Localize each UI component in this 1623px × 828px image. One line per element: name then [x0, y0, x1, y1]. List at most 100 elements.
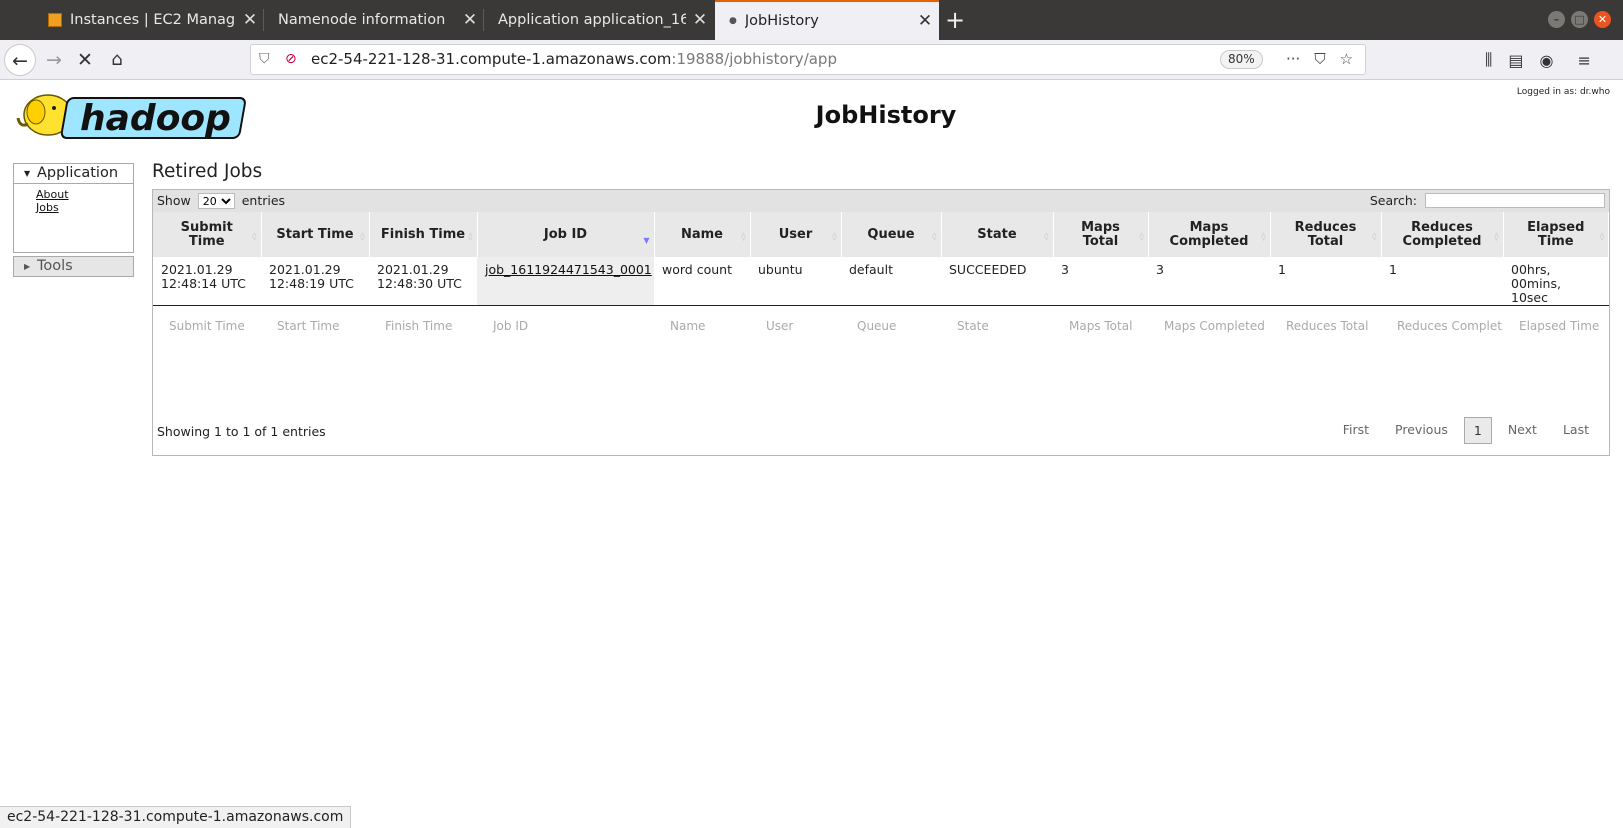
page-size-select[interactable]: 20 — [197, 193, 235, 209]
minimize-icon[interactable]: – — [1548, 11, 1565, 28]
window-controls: – □ ✕ — [1548, 11, 1611, 28]
sidebar-link-about[interactable]: About — [36, 188, 133, 201]
sort-desc-icon: ▼ — [643, 236, 650, 245]
cell-queue: default — [841, 257, 941, 306]
column-header-elapsed-time[interactable]: Elapsed Time ◊ — [1503, 212, 1609, 257]
page-actions-icon[interactable]: ··· — [1286, 45, 1300, 74]
header-label: Reduces Total — [1294, 219, 1357, 249]
table-footer: Showing 1 to 1 of 1 entries First Previo… — [153, 415, 1609, 455]
header-label: User — [778, 226, 813, 242]
page-content: hadoop JobHistory Logged in as: dr.who ▼… — [0, 81, 1623, 828]
cell-elapsed-time: 00hrs, 00mins, 10sec — [1503, 257, 1609, 306]
loading-dot-icon: ● — [729, 16, 737, 26]
browser-nav-bar: ← → ✕ ⌂ ⛉ ⊘ ec2-54-221-128-31.compute-1.… — [0, 40, 1623, 80]
account-icon[interactable]: ◉ — [1540, 51, 1554, 70]
pager-last[interactable]: Last — [1553, 417, 1599, 444]
search-input[interactable] — [1425, 193, 1605, 208]
url-text[interactable]: ec2-54-221-128-31.compute-1.amazonaws.co… — [311, 45, 837, 74]
filter-job-id[interactable]: Job ID — [477, 306, 654, 346]
sidebar: ▼ Application About Jobs ▶ Tools — [13, 163, 134, 277]
column-header-maps-total[interactable]: Maps Total ◊ — [1053, 212, 1149, 257]
jobs-table-container: Show 20 entries Search: Submit Time ◊ Sta… — [152, 189, 1610, 456]
filter-user[interactable]: User — [750, 306, 841, 346]
column-header-maps-completed[interactable]: Maps Completed ◊ — [1148, 212, 1271, 257]
cell-submit-time: 2021.01.29 12:48:14 UTC — [153, 257, 261, 306]
entries-info: Showing 1 to 1 of 1 entries — [157, 424, 326, 439]
accordion-application[interactable]: ▼ Application — [13, 163, 134, 184]
home-icon[interactable]: ⌂ — [101, 44, 133, 76]
filter-submit-time[interactable]: Submit Time — [153, 306, 261, 346]
section-title: Retired Jobs — [152, 161, 263, 182]
column-header-start-time[interactable]: Start Time ◊ — [261, 212, 370, 257]
tab-ec2-instances[interactable]: Instances | EC2 Managem ✕ — [34, 0, 264, 40]
pager-first[interactable]: First — [1333, 417, 1379, 444]
filter-state[interactable]: State — [941, 306, 1053, 346]
maximize-icon[interactable]: □ — [1571, 11, 1588, 28]
close-icon[interactable]: ✕ — [911, 11, 939, 31]
pager-next[interactable]: Next — [1498, 417, 1547, 444]
cell-start-time: 2021.01.29 12:48:19 UTC — [261, 257, 369, 306]
filter-reduces-completed[interactable]: Reduces Complet — [1381, 306, 1503, 346]
filter-name[interactable]: Name — [654, 306, 750, 346]
tab-label: JobHistory — [744, 13, 819, 29]
close-icon[interactable]: ✕ — [456, 10, 484, 30]
entries-label: entries — [241, 193, 286, 208]
status-bar-url: ec2-54-221-128-31.compute-1.amazonaws.co… — [0, 806, 352, 828]
new-tab-button[interactable]: + — [945, 6, 965, 34]
back-arrow-icon[interactable]: ← — [4, 44, 36, 76]
job-id-link[interactable]: job_1611924471543_0001 — [485, 262, 652, 277]
column-header-job-id[interactable]: Job ID ▼ — [477, 212, 655, 257]
shield-icon[interactable]: ⛉ — [259, 45, 270, 74]
sort-icon: ◊ — [1261, 232, 1266, 241]
column-header-state[interactable]: State ◊ — [941, 212, 1054, 257]
library-icon[interactable]: ⫼ — [1485, 50, 1492, 70]
column-header-finish-time[interactable]: Finish Time ◊ — [369, 212, 478, 257]
table-controls: Show 20 entries Search: — [153, 190, 1609, 212]
column-header-submit-time[interactable]: Submit Time ◊ — [153, 212, 262, 257]
filter-start-time[interactable]: Start Time — [261, 306, 369, 346]
filter-elapsed-time[interactable]: Elapsed Time — [1503, 306, 1609, 346]
show-label: Show — [157, 193, 191, 208]
header-label: Reduces Completed — [1402, 219, 1482, 249]
column-header-reduces-total[interactable]: Reduces Total ◊ — [1270, 212, 1382, 257]
column-header-reduces-completed[interactable]: Reduces Completed ◊ — [1381, 212, 1504, 257]
filter-reduces-total[interactable]: Reduces Total — [1270, 306, 1381, 346]
zoom-level-badge[interactable]: 80% — [1220, 50, 1263, 69]
forward-arrow-icon[interactable]: → — [38, 44, 70, 76]
pager-current-page[interactable]: 1 — [1463, 417, 1492, 444]
filter-finish-time[interactable]: Finish Time — [369, 306, 477, 346]
cell-reduces-completed: 1 — [1381, 257, 1503, 306]
sort-icon: ◊ — [932, 232, 937, 241]
column-filter-row: Submit Time Start Time Finish Time Job I… — [153, 306, 1609, 346]
sort-icon: ◊ — [1494, 232, 1499, 241]
address-bar[interactable]: ⛉ ⊘ ec2-54-221-128-31.compute-1.amazonaw… — [250, 44, 1366, 75]
pocket-icon[interactable]: ⛉ — [1314, 45, 1325, 74]
menu-icon[interactable]: ≡ — [1577, 51, 1590, 70]
filter-maps-total[interactable]: Maps Total — [1053, 306, 1148, 346]
url-host: ec2-54-221-128-31.compute-1.amazonaws.co… — [311, 50, 672, 68]
close-icon[interactable]: ✕ — [686, 10, 714, 30]
filter-queue[interactable]: Queue — [841, 306, 941, 346]
accordion-tools[interactable]: ▶ Tools — [13, 256, 134, 277]
accordion-label: Tools — [37, 258, 73, 274]
tab-jobhistory[interactable]: ● JobHistory ✕ — [715, 0, 939, 40]
pagination: First Previous 1 Next Last — [1327, 417, 1599, 444]
sidebar-toggle-icon[interactable]: ▤ — [1508, 51, 1523, 70]
window-close-icon[interactable]: ✕ — [1594, 11, 1611, 28]
header-label: Maps Total — [1081, 219, 1120, 249]
stop-loading-icon[interactable]: ✕ — [69, 44, 101, 76]
header-label: Elapsed Time — [1527, 219, 1585, 249]
column-header-name[interactable]: Name ◊ — [654, 212, 751, 257]
pager-previous[interactable]: Previous — [1385, 417, 1458, 444]
url-path: :19888/jobhistory/app — [671, 50, 837, 68]
triangle-down-icon: ▼ — [24, 169, 31, 178]
sidebar-link-jobs[interactable]: Jobs — [36, 201, 133, 214]
insecure-lock-icon[interactable]: ⊘ — [285, 45, 297, 74]
filter-maps-completed[interactable]: Maps Completed — [1148, 306, 1270, 346]
close-icon[interactable]: ✕ — [236, 10, 264, 30]
column-header-user[interactable]: User ◊ — [750, 212, 842, 257]
bookmark-star-icon[interactable]: ☆ — [1340, 45, 1353, 74]
tab-namenode[interactable]: Namenode information ✕ — [264, 0, 484, 40]
column-header-queue[interactable]: Queue ◊ — [841, 212, 942, 257]
tab-application[interactable]: Application application_161 ✕ — [484, 0, 714, 40]
